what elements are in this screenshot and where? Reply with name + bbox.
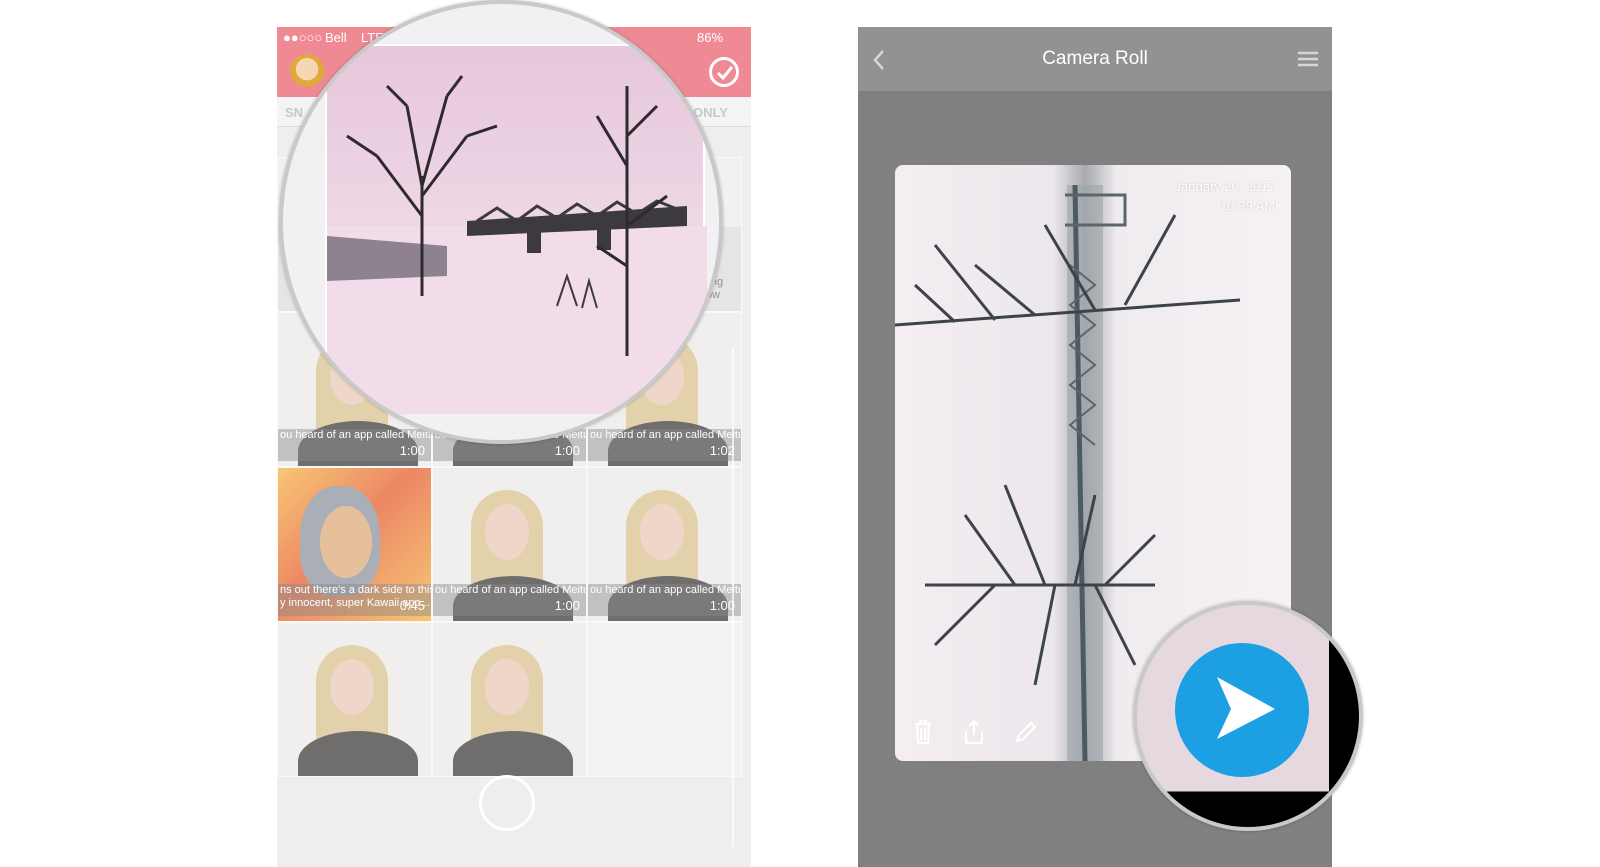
bitmoji-avatar-icon[interactable] (289, 54, 325, 92)
signal-strength: ●●○○○ (283, 30, 323, 45)
video-duration: 1:00 (554, 598, 580, 613)
grid-thumbnail-video[interactable]: ou heard of an app called Meitu? 1:00 (587, 467, 742, 622)
share-icon[interactable] (963, 719, 985, 750)
carrier-name: Bell (325, 30, 347, 45)
send-arrow-icon (1217, 677, 1275, 739)
navigation-bar: Camera Roll (858, 27, 1332, 91)
trash-icon[interactable] (913, 719, 933, 750)
page-title: Camera Roll (1042, 48, 1148, 69)
video-duration: 1:00 (554, 443, 580, 458)
pencil-icon[interactable] (1013, 719, 1037, 750)
battery-level: 86% (697, 30, 724, 45)
grid-thumbnail-cartoon[interactable]: ns out there's a dark side to this y inn… (277, 467, 432, 622)
zoom-callout-photo (279, 0, 723, 444)
video-duration: 0:45 (399, 598, 425, 613)
photo-date: January 20, 2017 (1174, 179, 1275, 194)
selected-photo-snow-bridge[interactable] (325, 44, 707, 414)
send-button[interactable] (1175, 643, 1309, 777)
tab-snaps[interactable]: SN (285, 105, 303, 120)
hamburger-icon[interactable] (1298, 51, 1318, 72)
video-duration: 1:00 (399, 443, 425, 458)
photo-time: 10:39 AM (1220, 198, 1275, 213)
check-circle-icon[interactable] (709, 57, 739, 87)
capture-button[interactable] (479, 775, 535, 831)
snow-bridge-illustration (327, 75, 707, 414)
zoom-callout-send (1133, 601, 1363, 831)
grid-thumbnail-video[interactable]: ou heard of an app called Meitu? 1:00 (432, 467, 587, 622)
grid-thumbnail-video[interactable] (277, 622, 432, 777)
grid-empty-cell (587, 622, 742, 777)
scrollbar[interactable] (732, 347, 734, 847)
grid-thumbnail-video[interactable] (432, 622, 587, 777)
photo-timestamp: January 20, 2017 10:39 AM (1175, 177, 1275, 215)
